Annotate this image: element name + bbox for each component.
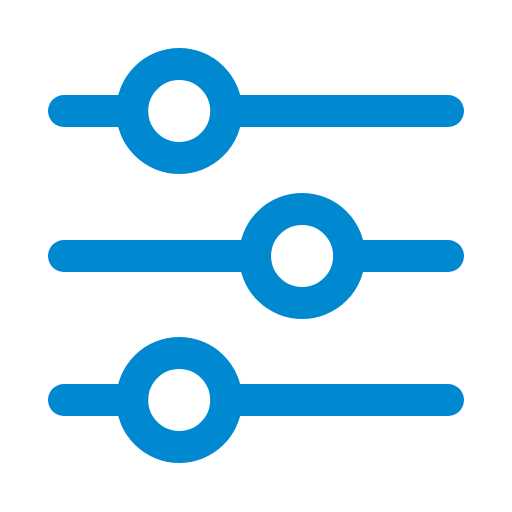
- icon-canvas: [0, 0, 512, 512]
- slider-1[interactable]: [48, 48, 464, 174]
- slider-1-knob[interactable]: [116, 48, 243, 174]
- slider-3-knob[interactable]: [116, 337, 243, 463]
- slider-3[interactable]: [48, 337, 464, 463]
- slider-2-knob[interactable]: [239, 193, 366, 319]
- sliders-icon: [48, 48, 464, 463]
- slider-2[interactable]: [48, 193, 464, 319]
